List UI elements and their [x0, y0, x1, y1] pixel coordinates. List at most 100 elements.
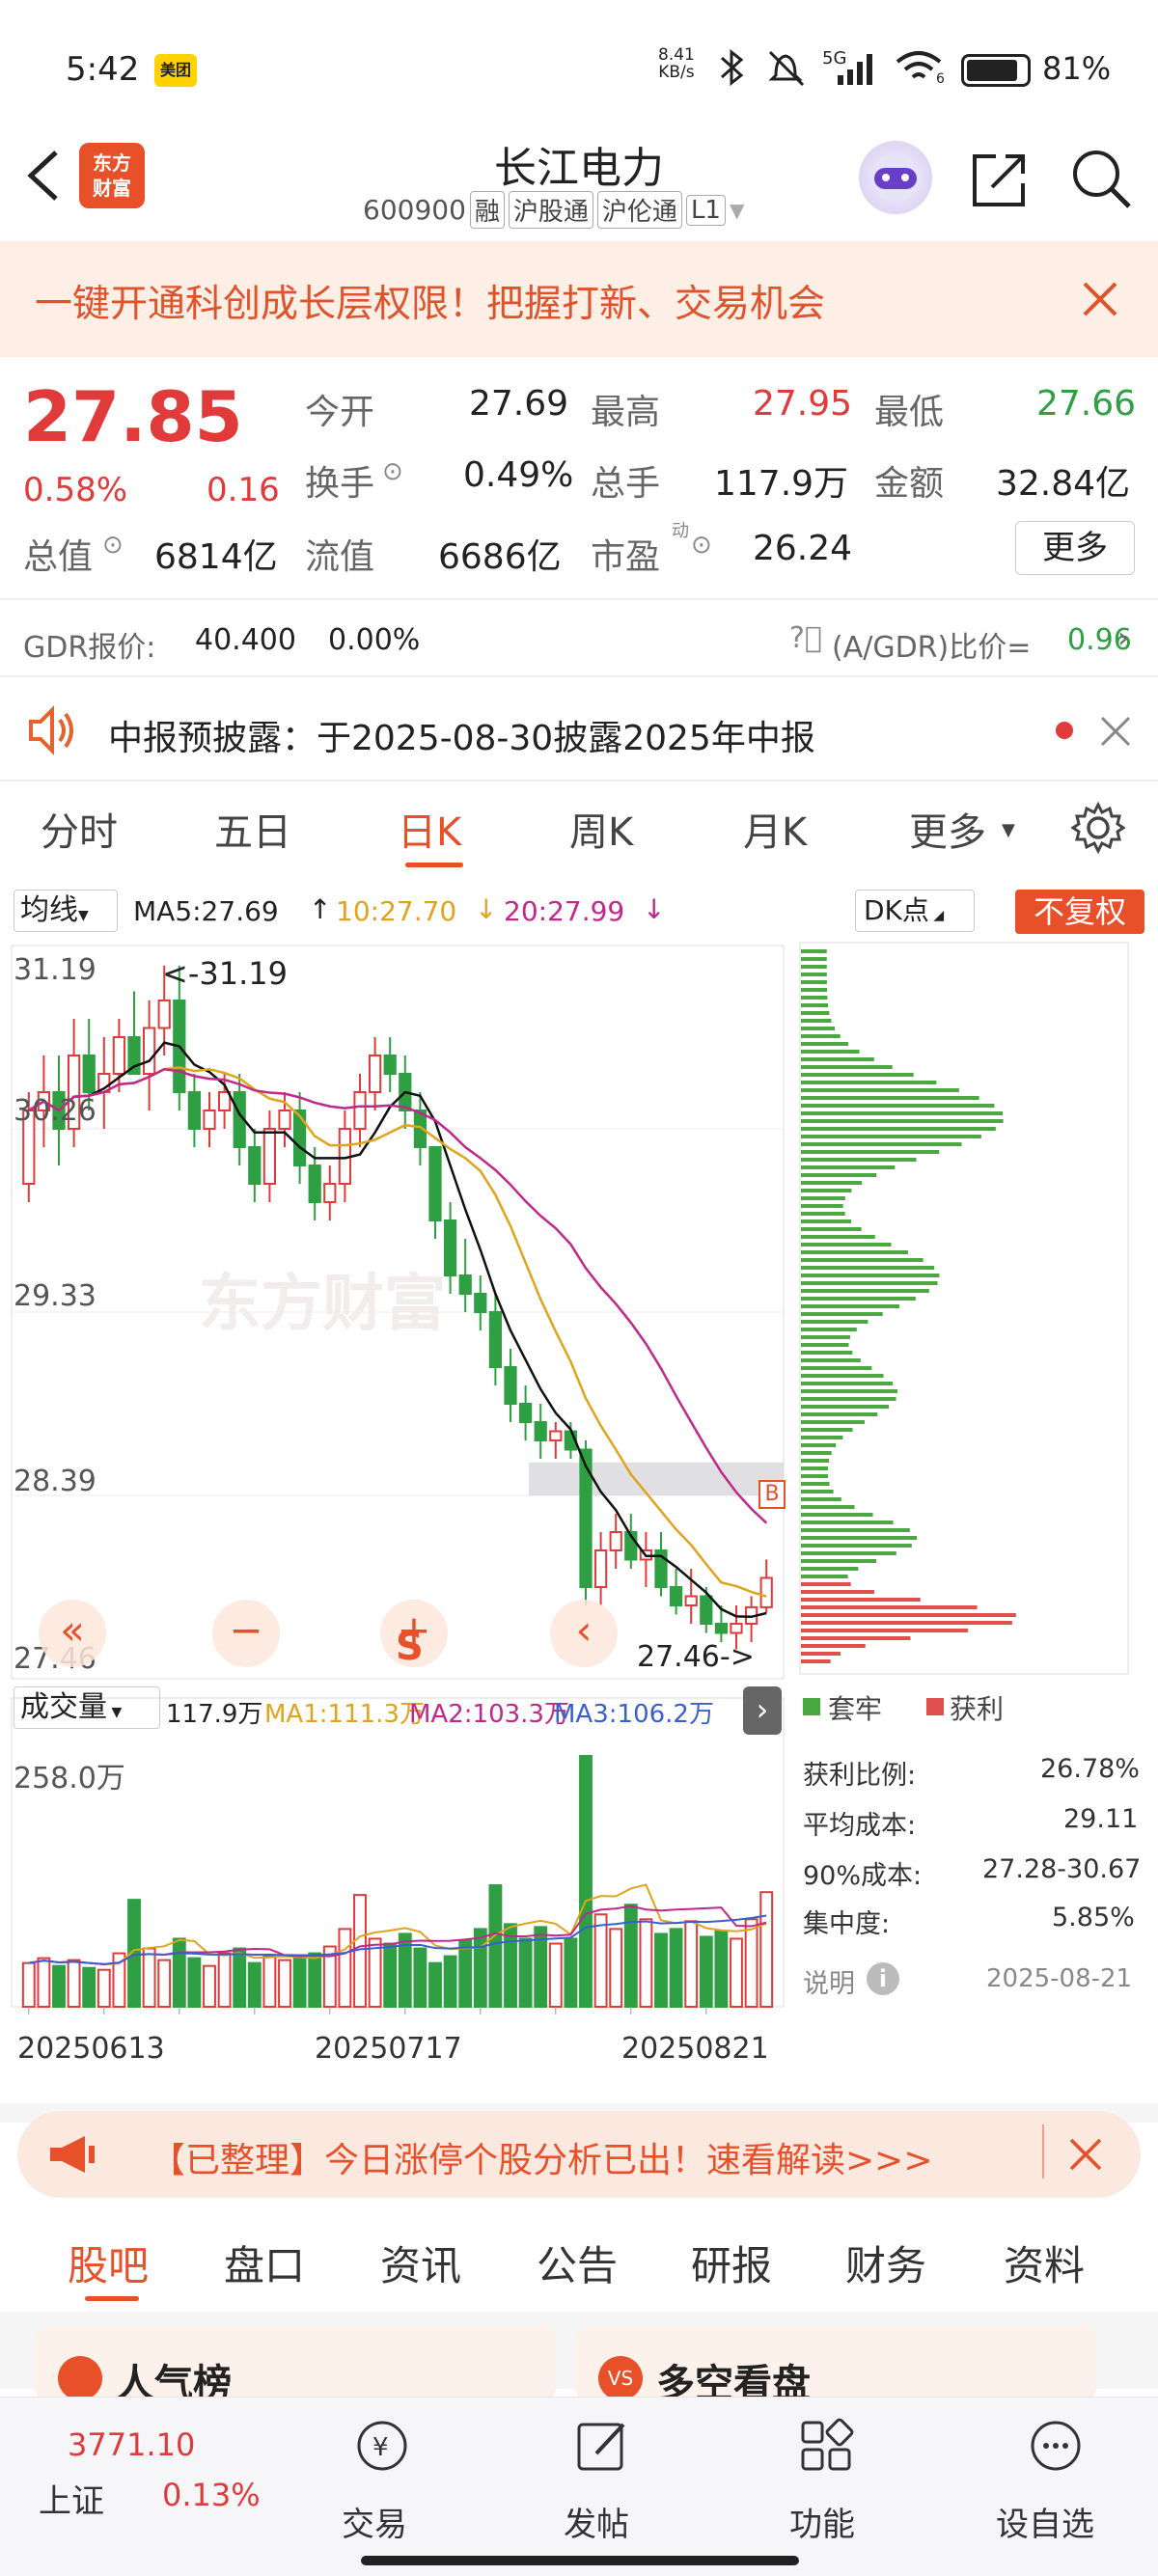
volume-bar: [609, 1928, 623, 2009]
volume-bar: [699, 1935, 713, 2009]
chip-bar: [801, 949, 827, 953]
chip-bar: [801, 1436, 843, 1439]
post-nav-item[interactable]: 发帖: [554, 2407, 650, 2552]
functions-nav-item[interactable]: 功能: [778, 2407, 874, 2552]
volume-bar: [714, 1930, 729, 2009]
close-icon[interactable]: [1079, 278, 1121, 320]
chip-bar: [801, 973, 827, 976]
tab-intraday[interactable]: 分时: [41, 801, 118, 857]
ad-banner[interactable]: 【已整理】今日涨停个股分析已出！速看解读>>>: [17, 2111, 1141, 2198]
chip-bar: [801, 1274, 940, 1277]
more-button[interactable]: 更多: [1015, 521, 1135, 575]
volume-bar: [21, 1961, 36, 2008]
chip-bar: [801, 1466, 829, 1470]
chip-bar: [801, 1343, 849, 1347]
add-watchlist-nav-item[interactable]: 设自选: [994, 2407, 1119, 2552]
info-icon[interactable]: i: [867, 1962, 899, 1995]
volume-indicator-selector[interactable]: 成交量 ▼: [14, 1686, 160, 1729]
tab-guba[interactable]: 股吧: [68, 2233, 149, 2292]
sell-marker[interactable]: S: [396, 1625, 424, 1669]
info-icon[interactable]: ⊙: [691, 531, 712, 560]
ad-text: 【已整理】今日涨停个股分析已出！速看解读>>>: [151, 2141, 933, 2180]
tab-five-day[interactable]: 五日: [214, 801, 291, 857]
tab-more[interactable]: 更多: [909, 801, 986, 857]
volume-bar: [548, 1942, 563, 2008]
tab-daily-k[interactable]: 日K: [398, 801, 461, 857]
expand-arrow-button[interactable]: ›: [743, 1686, 782, 1735]
candle: [474, 1293, 487, 1313]
pressure-band: [529, 1462, 784, 1495]
gear-icon[interactable]: [1071, 801, 1125, 855]
chip-bar: [801, 1281, 938, 1285]
amount-value: 32.84亿: [996, 464, 1131, 504]
chip-bar: [801, 1150, 940, 1154]
chip-distribution-chart[interactable]: [799, 942, 1131, 1677]
candle: [730, 1623, 743, 1634]
search-icon[interactable]: [1069, 147, 1133, 210]
low-label: 最低: [874, 393, 945, 432]
meituan-notification-icon: 美团: [154, 54, 197, 87]
tab-finance[interactable]: 财务: [845, 2233, 926, 2292]
chip-note-label[interactable]: 说明: [803, 1962, 855, 2000]
dk-point-button[interactable]: DK点 ◢: [855, 890, 975, 932]
notice-text: 中报预披露：于2025-08-30披露2025年中报: [108, 719, 815, 758]
tab-pankou[interactable]: 盘口: [224, 2233, 305, 2292]
tab-research[interactable]: 研报: [691, 2233, 772, 2292]
scroll-left-fast-button[interactable]: «: [39, 1600, 106, 1667]
caret-down-icon[interactable]: ▼: [1002, 820, 1015, 840]
caret-down-icon[interactable]: ▼: [730, 199, 744, 222]
volume-bar: [669, 1928, 683, 2009]
turnover-label: 换手: [305, 464, 375, 504]
close-icon[interactable]: [1067, 2136, 1104, 2173]
volume-bar: [292, 1957, 307, 2009]
info-icon[interactable]: ⊙: [382, 457, 403, 486]
indicator-selector[interactable]: 均线▼: [14, 890, 118, 932]
profit-ratio: 26.78%: [1040, 1754, 1140, 1784]
volume-max-label: 258.0万: [14, 1762, 125, 1795]
bull-bear-card[interactable]: VS 多空看盘: [575, 2325, 1096, 2406]
chip-row-label: 平均成本:: [803, 1811, 917, 1841]
volume-bar: [518, 1937, 533, 2009]
trap-legend: 套牢: [828, 1693, 883, 1725]
kline-chart[interactable]: [0, 936, 791, 2103]
chip-bar: [801, 1189, 852, 1192]
close-icon[interactable]: [1098, 714, 1133, 749]
volume-bar: [37, 1957, 51, 2009]
price-tick: 30.26: [14, 1094, 96, 1128]
chip-bar: [801, 1204, 843, 1208]
volume-bar: [759, 1891, 774, 2008]
stock-tags: 600900 融 沪股通 沪伦通 L1 ▼: [363, 191, 744, 229]
tab-profile[interactable]: 资料: [1004, 2233, 1085, 2292]
popularity-card[interactable]: 人气榜: [35, 2325, 556, 2406]
chip-bar: [801, 1196, 845, 1200]
chip-bar: [801, 1042, 848, 1046]
trade-nav-item[interactable]: ¥ 交易: [334, 2407, 430, 2552]
chip-bar: [801, 1328, 857, 1331]
ai-assistant-avatar[interactable]: [859, 141, 932, 214]
buy-marker[interactable]: B: [758, 1480, 786, 1509]
share-icon[interactable]: [969, 149, 1031, 210]
pe-label: 市盈: [591, 537, 661, 577]
gdr-pct: 0.00%: [328, 623, 421, 657]
tab-announcements[interactable]: 公告: [537, 2233, 618, 2292]
promo-banner[interactable]: 一键开通科创成长层权限！把握打新、交易机会: [0, 241, 1158, 357]
chip-bar: [801, 1428, 853, 1432]
tab-news[interactable]: 资讯: [380, 2233, 461, 2292]
chip-bar: [801, 1057, 874, 1061]
vol-ma2: MA2:103.3万: [409, 1700, 569, 1729]
battery-icon: [961, 54, 1031, 87]
help-icon[interactable]: ?⃝: [789, 621, 822, 655]
candle: [759, 1576, 773, 1608]
info-icon[interactable]: ⊙: [102, 531, 124, 560]
zoom-out-button[interactable]: −: [212, 1600, 280, 1667]
tab-weekly-k[interactable]: 周K: [569, 801, 633, 857]
concentration: 5.85%: [1052, 1903, 1135, 1932]
candle: [353, 1091, 367, 1130]
tab-monthly-k[interactable]: 月K: [743, 801, 807, 857]
chip-bar: [801, 1181, 863, 1185]
adjust-toggle[interactable]: 不复权: [1015, 890, 1144, 934]
vol-ma1: MA1:111.3万: [264, 1700, 425, 1729]
volume-frame: [11, 1697, 785, 2008]
scroll-left-button[interactable]: ‹: [550, 1600, 618, 1667]
chip-bar: [801, 957, 827, 961]
